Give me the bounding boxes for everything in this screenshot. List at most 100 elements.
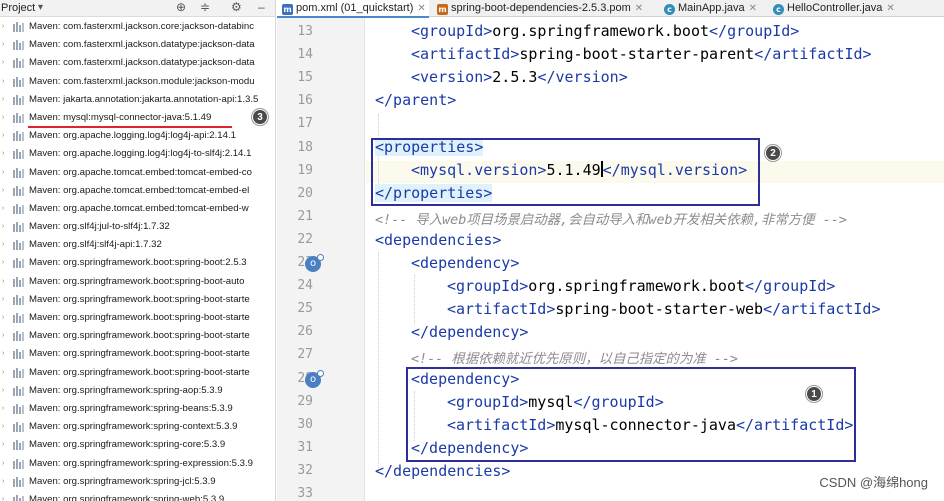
code-editor[interactable]: <groupId>org.springframework.boot</group…	[366, 18, 944, 501]
xml-tag: </artifactId>	[763, 300, 881, 318]
library-label: Maven: org.springframework:spring-jcl:5.…	[29, 475, 216, 487]
library-item[interactable]: › Maven: org.slf4j:jul-to-slf4j:1.7.32	[0, 218, 275, 236]
chevron-right-icon[interactable]: ›	[2, 18, 4, 36]
library-label: Maven: org.apache.tomcat.embed:tomcat-em…	[29, 166, 252, 178]
library-label: Maven: jakarta.annotation:jakarta.annota…	[29, 93, 259, 105]
library-icon	[13, 131, 25, 142]
library-item[interactable]: › Maven: com.fasterxml.jackson.core:jacks…	[0, 18, 275, 36]
chevron-right-icon[interactable]: ›	[2, 473, 4, 491]
tab-pom-xml[interactable]: m pom.xml (01_quickstart) ✕	[277, 0, 429, 18]
project-title[interactable]: Project	[1, 2, 35, 14]
editor-tab-bar: m pom.xml (01_quickstart) ✕ m spring-boot-d…	[277, 0, 944, 18]
collapse-all-icon[interactable]: ≑	[200, 0, 210, 14]
library-item[interactable]: › Maven: org.apache.logging.log4j:log4j-a…	[0, 127, 275, 145]
chevron-right-icon[interactable]: ›	[2, 73, 4, 91]
xml-value: spring-boot-starter-parent	[519, 45, 755, 63]
library-label: Maven: com.fasterxml.jackson.datatype:ja…	[29, 57, 255, 69]
chevron-right-icon[interactable]: ›	[2, 400, 4, 418]
chevron-right-icon[interactable]: ›	[2, 218, 4, 236]
library-label: Maven: org.apache.logging.log4j:log4j-to…	[29, 148, 252, 160]
chevron-right-icon[interactable]: ›	[2, 345, 4, 363]
library-item[interactable]: › Maven: org.springframework.boot:spring-…	[0, 327, 275, 345]
library-item[interactable]: › Maven: com.fasterxml.jackson.datatype:j…	[0, 54, 275, 72]
chevron-right-icon[interactable]: ›	[2, 309, 4, 327]
chevron-right-icon[interactable]: ›	[2, 145, 4, 163]
library-label: Maven: com.fasterxml.jackson.core:jackso…	[29, 21, 255, 32]
xml-tag: </dependencies>	[375, 462, 511, 480]
chevron-right-icon[interactable]: ›	[2, 273, 4, 291]
chevron-right-icon[interactable]: ›	[2, 254, 4, 272]
chevron-right-icon[interactable]: ›	[2, 436, 4, 454]
library-item[interactable]: › Maven: org.apache.tomcat.embed:tomcat-e…	[0, 164, 275, 182]
library-icon	[13, 331, 25, 342]
library-icon	[13, 440, 25, 451]
java-class-icon: c	[773, 4, 784, 15]
annotation-box-properties	[371, 138, 760, 206]
line-number: 14	[297, 47, 313, 63]
library-item[interactable]: › Maven: org.springframework.boot:spring-…	[0, 254, 275, 272]
chevron-right-icon[interactable]: ›	[2, 182, 4, 200]
library-label: Maven: org.apache.logging.log4j:log4j-ap…	[29, 130, 236, 142]
library-item[interactable]: › Maven: org.apache.logging.log4j:log4j-t…	[0, 145, 275, 163]
library-item[interactable]: › Maven: org.apache.tomcat.embed:tomcat-e…	[0, 182, 275, 200]
maven-dependency-gutter-icon[interactable]: o	[305, 369, 324, 388]
library-label: Maven: org.slf4j:jul-to-slf4j:1.7.32	[29, 221, 170, 233]
library-item[interactable]: › Maven: org.slf4j:slf4j-api:1.7.32	[0, 236, 275, 254]
chevron-right-icon[interactable]: ›	[2, 291, 4, 309]
library-label: Maven: org.springframework.boot:spring-b…	[29, 348, 250, 360]
chevron-right-icon[interactable]: ›	[2, 164, 4, 182]
library-label: Maven: org.springframework:spring-web:5.…	[29, 493, 225, 501]
hide-icon[interactable]: –	[258, 0, 265, 14]
library-item[interactable]: › Maven: jakarta.annotation:jakarta.annot…	[0, 91, 275, 109]
library-item[interactable]: › Maven: org.apache.tomcat.embed:tomcat-e…	[0, 200, 275, 218]
project-panel: Project ▾ ⊕ ≑ ⚙ – › Maven: com.fasterxml.…	[0, 0, 276, 501]
gear-icon[interactable]: ⚙	[231, 0, 242, 14]
chevron-right-icon[interactable]: ›	[2, 364, 4, 382]
xml-value: org.springframework.boot	[528, 277, 746, 295]
line-number: 30	[297, 416, 313, 432]
close-icon[interactable]: ✕	[749, 3, 757, 14]
chevron-right-icon[interactable]: ›	[2, 109, 4, 127]
library-item[interactable]: › Maven: org.springframework.boot:spring-…	[0, 273, 275, 291]
library-item[interactable]: › Maven: org.springframework.boot:spring-…	[0, 291, 275, 309]
line-number: 22	[297, 231, 313, 247]
library-item[interactable]: › Maven: com.fasterxml.jackson.datatype:j…	[0, 36, 275, 54]
close-icon[interactable]: ✕	[886, 3, 894, 14]
chevron-right-icon[interactable]: ›	[2, 491, 4, 501]
library-label: Maven: com.fasterxml.jackson.module:jack…	[29, 75, 255, 87]
chevron-right-icon[interactable]: ›	[2, 455, 4, 473]
line-number: 18	[297, 139, 313, 155]
library-item[interactable]: › Maven: org.springframework:spring-expre…	[0, 455, 275, 473]
chevron-right-icon[interactable]: ›	[2, 54, 4, 72]
tab-spring-boot-dependencies[interactable]: m spring-boot-dependencies-2.5.3.pom ✕	[433, 0, 643, 17]
tab-mainapp[interactable]: c MainApp.java ✕	[660, 0, 757, 17]
chevron-right-icon[interactable]: ›	[2, 127, 4, 145]
chevron-right-icon[interactable]: ›	[2, 91, 4, 109]
chevron-right-icon[interactable]: ›	[2, 382, 4, 400]
close-icon[interactable]: ✕	[417, 3, 425, 14]
library-item[interactable]: › Maven: org.springframework.boot:spring-…	[0, 345, 275, 363]
library-item[interactable]: › Maven: org.springframework:spring-conte…	[0, 418, 275, 436]
library-item[interactable]: › Maven: mysql:mysql-connector-java:5.1.4…	[0, 109, 275, 127]
library-item[interactable]: › Maven: org.springframework.boot:spring-…	[0, 309, 275, 327]
library-item[interactable]: › Maven: org.springframework.boot:spring-…	[0, 364, 275, 382]
tab-hellocontroller[interactable]: c HelloController.java ✕	[769, 0, 895, 17]
chevron-right-icon[interactable]: ›	[2, 418, 4, 436]
library-item[interactable]: › Maven: org.springframework:spring-core:…	[0, 436, 275, 454]
library-label: Maven: org.springframework.boot:spring-b…	[29, 330, 250, 342]
editor-gutter: 1314151617181920212223242526272829303132…	[277, 18, 365, 501]
library-item[interactable]: › Maven: com.fasterxml.jackson.module:jac…	[0, 73, 275, 91]
library-item[interactable]: › Maven: org.springframework:spring-web:5…	[0, 491, 275, 501]
close-icon[interactable]: ✕	[635, 3, 643, 14]
library-item[interactable]: › Maven: org.springframework:spring-aop:5…	[0, 382, 275, 400]
chevron-right-icon[interactable]: ›	[2, 200, 4, 218]
chevron-down-icon[interactable]: ▾	[38, 2, 43, 13]
chevron-right-icon[interactable]: ›	[2, 236, 4, 254]
maven-dependency-gutter-icon[interactable]: o	[305, 254, 324, 272]
indent-guide	[414, 275, 415, 325]
chevron-right-icon[interactable]: ›	[2, 327, 4, 345]
locate-icon[interactable]: ⊕	[176, 0, 186, 14]
library-item[interactable]: › Maven: org.springframework:spring-beans…	[0, 400, 275, 418]
chevron-right-icon[interactable]: ›	[2, 36, 4, 54]
library-item[interactable]: › Maven: org.springframework:spring-jcl:5…	[0, 473, 275, 491]
